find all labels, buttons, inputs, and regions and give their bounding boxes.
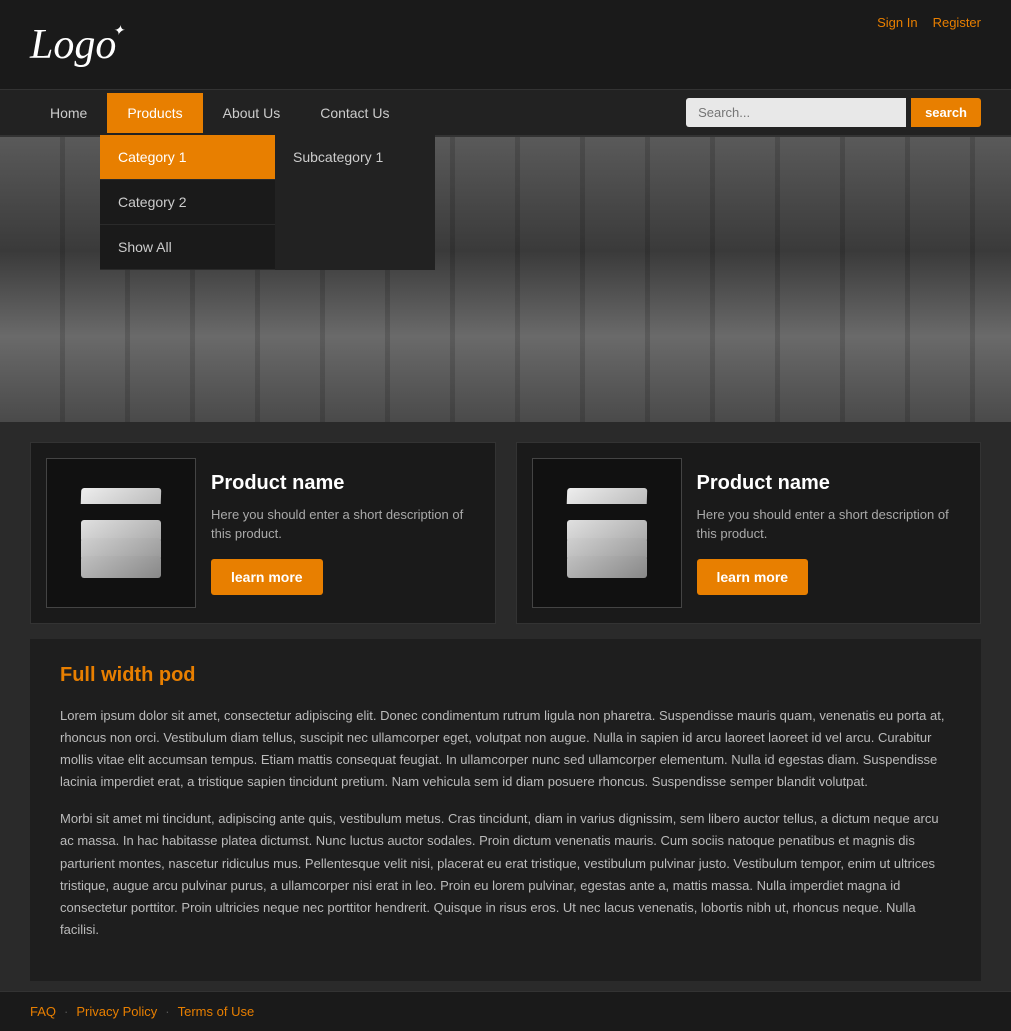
- product-icon-2: [562, 488, 652, 578]
- header: Logo✦ Sign In Register: [0, 0, 1011, 90]
- full-width-pod: Full width pod Lorem ipsum dolor sit ame…: [30, 639, 981, 981]
- stack-top-layer-2: [566, 488, 647, 504]
- dropdown-subcategory1[interactable]: Subcategory 1: [275, 135, 435, 179]
- product-card-2: Product name Here you should enter a sho…: [516, 442, 982, 624]
- product-info-2: Product name Here you should enter a sho…: [697, 472, 966, 595]
- footer-faq-link[interactable]: FAQ: [30, 1004, 56, 1019]
- search-input[interactable]: [686, 98, 906, 127]
- navbar: Home Products About Us Contact Us search…: [0, 90, 1011, 137]
- learn-more-button-2[interactable]: learn more: [697, 559, 809, 595]
- product-desc-1: Here you should enter a short descriptio…: [211, 505, 480, 544]
- footer-privacy-link[interactable]: Privacy Policy: [76, 1004, 157, 1019]
- product-image-box-1: [46, 458, 196, 608]
- dropdown-showall[interactable]: Show All: [100, 225, 275, 270]
- logo-star-icon: ✦: [113, 23, 125, 40]
- footer-sep-2: ·: [165, 1004, 169, 1019]
- dropdown-categories: Category 1 Category 2 Show All: [100, 135, 275, 270]
- products-wrapper: Product name Here you should enter a sho…: [0, 422, 1011, 634]
- dropdown-subcategories: Subcategory 1: [275, 135, 435, 270]
- logo-text: Logo: [30, 22, 116, 68]
- nav-search: search: [686, 90, 981, 135]
- search-button[interactable]: search: [911, 98, 981, 127]
- footer-sep-1: ·: [64, 1004, 68, 1019]
- product-name-2: Product name: [697, 472, 966, 495]
- dropdown-category2[interactable]: Category 2: [100, 180, 275, 225]
- dropdown-category1[interactable]: Category 1: [100, 135, 275, 180]
- register-link[interactable]: Register: [933, 15, 981, 30]
- nav-about[interactable]: About Us: [203, 93, 301, 133]
- signin-link[interactable]: Sign In: [877, 15, 917, 30]
- footer-terms-link[interactable]: Terms of Use: [178, 1004, 255, 1019]
- pod-title: Full width pod: [60, 664, 951, 687]
- nav-left: Home Products About Us Contact Us: [30, 93, 409, 133]
- products-dropdown: Category 1 Category 2 Show All Subcatego…: [100, 135, 435, 270]
- logo: Logo✦: [30, 21, 116, 69]
- stack-layer-1b: [567, 556, 647, 578]
- product-icon-1: [76, 488, 166, 578]
- nav-contact[interactable]: Contact Us: [300, 93, 409, 133]
- stack-layer-1: [81, 556, 161, 578]
- pod-paragraph-2: Morbi sit amet mi tincidunt, adipiscing …: [60, 808, 951, 941]
- product-image-box-2: [532, 458, 682, 608]
- product-info-1: Product name Here you should enter a sho…: [211, 472, 480, 595]
- product-desc-2: Here you should enter a short descriptio…: [697, 505, 966, 544]
- pod-paragraph-1: Lorem ipsum dolor sit amet, consectetur …: [60, 705, 951, 793]
- nav-home[interactable]: Home: [30, 93, 107, 133]
- main-content: Product name Here you should enter a sho…: [0, 422, 1011, 981]
- learn-more-button-1[interactable]: learn more: [211, 559, 323, 595]
- nav-products[interactable]: Products: [107, 93, 202, 133]
- stack-top-layer: [81, 488, 162, 504]
- product-card-1: Product name Here you should enter a sho…: [30, 442, 496, 624]
- header-links: Sign In Register: [877, 10, 981, 30]
- product-name-1: Product name: [211, 472, 480, 495]
